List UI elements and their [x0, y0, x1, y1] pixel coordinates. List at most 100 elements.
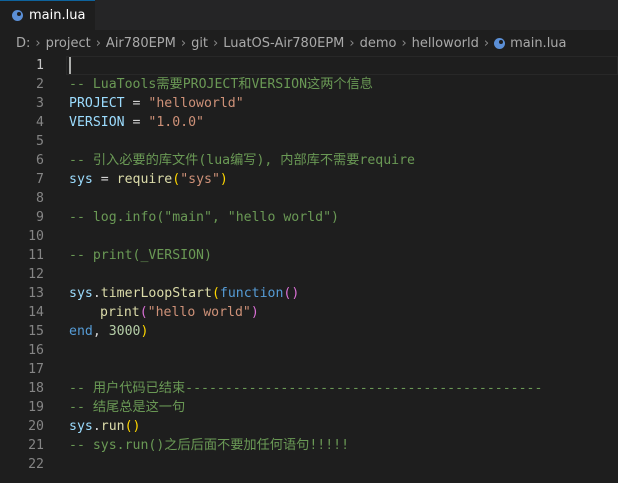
line-number: 22	[28, 457, 44, 472]
tab-bar: main.lua	[0, 0, 618, 30]
code-line-7[interactable]: 7 sys = require("sys")	[0, 170, 618, 189]
line-number: 3	[36, 96, 44, 111]
breadcrumb-helloworld[interactable]: helloworld	[412, 36, 479, 51]
comment: -- 用户代码已结束------------------------------…	[69, 381, 543, 396]
line-number: 21	[28, 438, 44, 453]
comment: -- sys.run()之后后面不要加任何语句!!!!!	[69, 438, 350, 453]
code-line-3[interactable]: 3 PROJECT = "helloworld"	[0, 94, 618, 113]
string: "hello world"	[147, 305, 251, 320]
bracket: (	[172, 172, 181, 187]
line-number: 5	[36, 134, 44, 149]
code-line-11[interactable]: 11 -- print(_VERSION)	[0, 246, 618, 265]
breadcrumb-file[interactable]: main.lua	[494, 36, 567, 51]
bracket: (	[211, 286, 220, 301]
text-cursor	[69, 56, 71, 74]
code-line-16[interactable]: 16	[0, 341, 618, 360]
function-name: run	[100, 419, 125, 434]
line-number: 2	[36, 77, 44, 92]
keyword: end	[69, 324, 93, 339]
operator: ,	[92, 324, 109, 339]
breadcrumb-drive[interactable]: D:	[16, 36, 30, 51]
breadcrumb: D: › project › Air780EPM › git › LuatOS-…	[0, 30, 618, 56]
bracket: ()	[124, 419, 141, 434]
line-number: 1	[36, 58, 44, 73]
chevron-right-icon: ›	[401, 35, 407, 51]
line-number: 14	[28, 305, 44, 320]
keyword: function	[219, 286, 284, 301]
code-line-20[interactable]: 20 sys.run()	[0, 417, 618, 436]
variable: sys	[69, 286, 93, 301]
line-number: 20	[28, 419, 44, 434]
operator: =	[92, 172, 117, 187]
line-number: 18	[28, 381, 44, 396]
operator: .	[92, 419, 101, 434]
chevron-right-icon: ›	[349, 35, 355, 51]
code-line-12[interactable]: 12	[0, 265, 618, 284]
code-line-19[interactable]: 19 -- 结尾总是这一句	[0, 398, 618, 417]
line-number: 7	[36, 172, 44, 187]
function-name: require	[116, 172, 173, 187]
bracket: )	[250, 305, 259, 320]
code-line-21[interactable]: 21 -- sys.run()之后后面不要加任何语句!!!!!	[0, 436, 618, 455]
breadcrumb-git[interactable]: git	[191, 36, 208, 51]
code-line-22[interactable]: 22	[0, 455, 618, 474]
code-line-17[interactable]: 17	[0, 360, 618, 379]
line-number: 9	[36, 210, 44, 225]
line-number: 13	[28, 286, 44, 301]
code-line-4[interactable]: 4 VERSION = "1.0.0"	[0, 113, 618, 132]
string: "helloworld"	[148, 96, 244, 111]
chevron-right-icon: ›	[180, 35, 187, 51]
line-number: 11	[28, 248, 44, 263]
code-line-8[interactable]: 8	[0, 189, 618, 208]
bracket: ()	[283, 286, 300, 301]
line-number: 19	[28, 400, 44, 415]
operator: .	[92, 286, 101, 301]
variable: sys	[69, 172, 93, 187]
tab-label: main.lua	[29, 8, 86, 23]
comment: -- log.info("main", "hello world")	[69, 210, 339, 225]
code-line-9[interactable]: 9 -- log.info("main", "hello world")	[0, 208, 618, 227]
breadcrumb-demo[interactable]: demo	[360, 36, 397, 51]
code-line-18[interactable]: 18 -- 用户代码已结束---------------------------…	[0, 379, 618, 398]
string: "sys"	[180, 172, 220, 187]
code-editor[interactable]: 1 2 -- LuaTools需要PROJECT和VERSION这两个信息 3 …	[0, 56, 618, 474]
breadcrumb-project[interactable]: project	[46, 36, 91, 51]
operator: =	[124, 115, 149, 130]
string: "1.0.0"	[148, 115, 204, 130]
comment: -- 结尾总是这一句	[69, 400, 186, 415]
chevron-right-icon: ›	[213, 35, 219, 51]
breadcrumb-luatos[interactable]: LuatOS-Air780EPM	[223, 36, 344, 51]
line-number: 16	[28, 343, 44, 358]
line-number: 10	[28, 229, 44, 244]
chevron-right-icon: ›	[95, 35, 101, 51]
code-line-15[interactable]: 15 end, 3000)	[0, 322, 618, 341]
comment: -- 引入必要的库文件(lua编写), 内部库不需要require	[69, 153, 415, 168]
code-line-2[interactable]: 2 -- LuaTools需要PROJECT和VERSION这两个信息	[0, 75, 618, 94]
function-name: timerLoopStart	[100, 286, 212, 301]
code-line-13[interactable]: 13 sys.timerLoopStart(function()	[0, 284, 618, 303]
code-line-1[interactable]: 1	[0, 56, 618, 75]
code-line-6[interactable]: 6 -- 引入必要的库文件(lua编写), 内部库不需要require	[0, 151, 618, 170]
bracket: )	[219, 172, 228, 187]
lua-moon-icon	[494, 37, 506, 49]
line-number: 12	[28, 267, 44, 282]
chevron-right-icon: ›	[483, 35, 490, 51]
code-line-14[interactable]: 14 print("hello world")	[0, 303, 618, 322]
code-line-5[interactable]: 5	[0, 132, 618, 151]
line-number: 8	[36, 191, 44, 206]
line-number: 4	[36, 115, 44, 130]
variable: sys	[69, 419, 93, 434]
line-number: 17	[28, 362, 44, 377]
comment: -- print(_VERSION)	[69, 248, 212, 263]
number: 3000	[108, 324, 141, 339]
line-number: 15	[28, 324, 44, 339]
function-name: print	[100, 305, 140, 320]
variable: VERSION	[69, 115, 125, 130]
line-number: 6	[36, 153, 44, 168]
comment: -- LuaTools需要PROJECT和VERSION这两个信息	[69, 77, 373, 92]
code-line-10[interactable]: 10	[0, 227, 618, 246]
breadcrumb-air780epm[interactable]: Air780EPM	[106, 36, 176, 51]
chevron-right-icon: ›	[35, 35, 41, 51]
tab-main-lua[interactable]: main.lua	[0, 0, 96, 30]
bracket: )	[140, 324, 149, 339]
